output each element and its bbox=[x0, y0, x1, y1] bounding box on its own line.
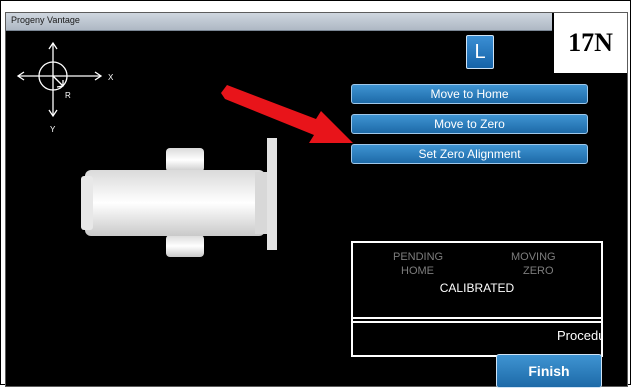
tubehead-device-graphic bbox=[81, 138, 291, 287]
x-axis-label: X bbox=[108, 73, 114, 82]
window-title: Progeny Vantage bbox=[11, 15, 80, 25]
title-bar: Progeny Vantage bbox=[6, 13, 627, 31]
y-axis-label: Y bbox=[50, 125, 56, 134]
procedure-panel: Procedure bbox=[351, 317, 603, 357]
finish-button[interactable]: Finish bbox=[496, 354, 602, 388]
status-panel: PENDING MOVING HOME ZERO CALIBRATED bbox=[351, 241, 603, 323]
procedure-text: Procedure bbox=[557, 328, 601, 343]
side-select-button[interactable]: L bbox=[466, 35, 494, 69]
step-badge: 17N bbox=[552, 13, 627, 75]
move-to-zero-button[interactable]: Move to Zero bbox=[351, 114, 588, 134]
status-zero: ZERO bbox=[523, 265, 554, 277]
axis-indicator: X Y R bbox=[16, 38, 126, 142]
move-to-home-button[interactable]: Move to Home bbox=[351, 84, 588, 104]
status-calibrated: CALIBRATED bbox=[439, 281, 515, 295]
status-home: HOME bbox=[401, 265, 434, 277]
red-arrow-pointer bbox=[221, 85, 356, 154]
app-window: Progeny Vantage X Y R L Move to Home Mov… bbox=[5, 12, 628, 388]
status-moving: MOVING bbox=[511, 251, 556, 263]
status-pending: PENDING bbox=[393, 251, 444, 263]
set-zero-alignment-button[interactable]: Set Zero Alignment bbox=[351, 144, 588, 164]
step-badge-label: 17N bbox=[568, 28, 613, 57]
r-axis-label: R bbox=[65, 91, 71, 100]
